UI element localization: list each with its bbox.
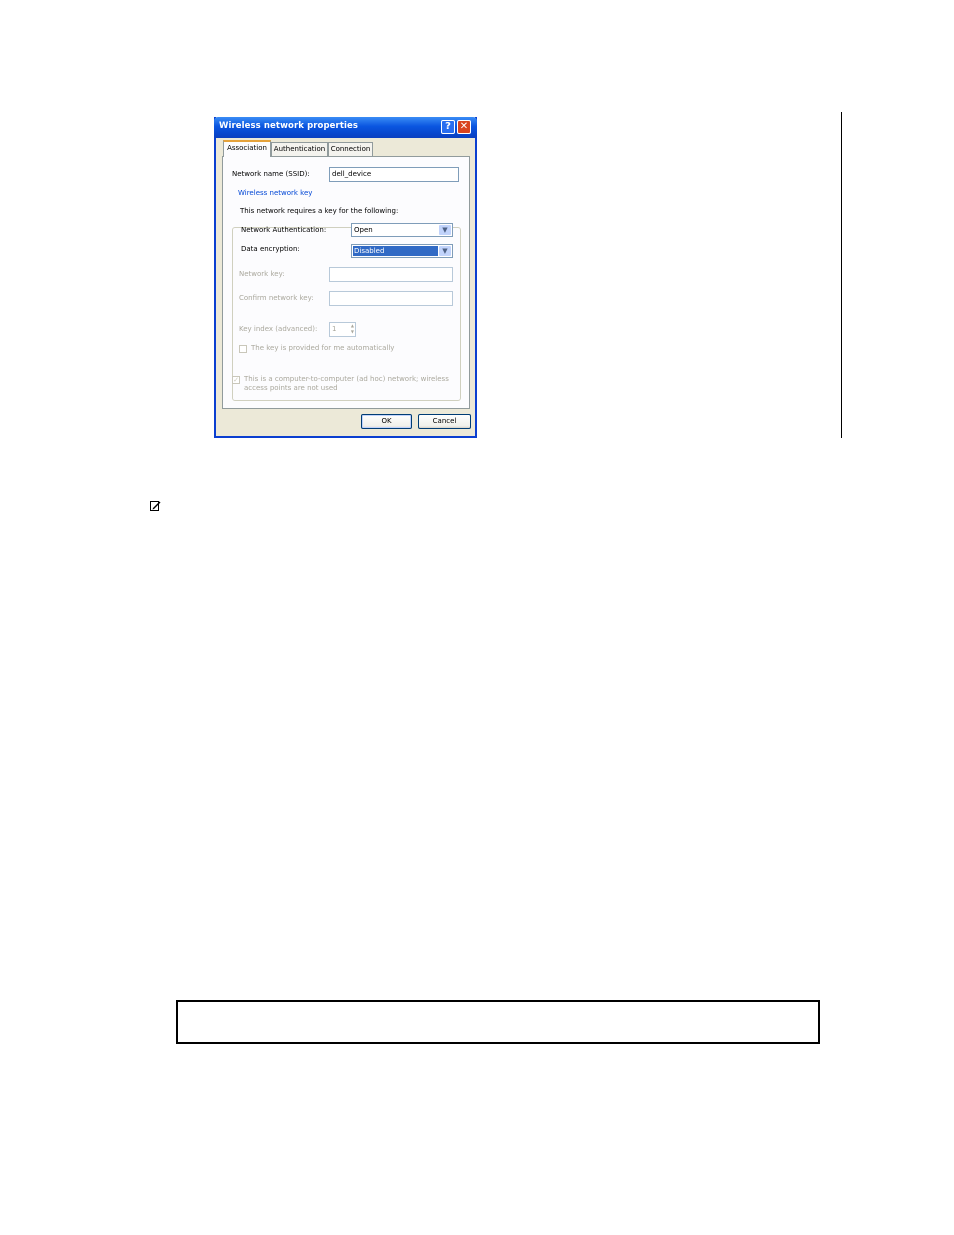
data-encryption-select[interactable]: Disabled ▼ — [351, 244, 453, 258]
dialog-titlebar[interactable]: Wireless network properties ? ✕ — [214, 117, 477, 138]
ok-button[interactable]: OK — [361, 414, 412, 429]
network-auth-label: Network Authentication: — [241, 226, 327, 234]
network-key-label: Network key: — [239, 270, 285, 278]
empty-note-box — [176, 1000, 820, 1044]
key-index-label: Key index (advanced): — [239, 325, 318, 333]
ssid-input[interactable]: dell_device — [329, 167, 459, 182]
close-button[interactable]: ✕ — [457, 120, 471, 134]
spinner-arrows-icon[interactable]: ▲ ▼ — [351, 323, 354, 335]
key-intro-text: This network requires a key for the foll… — [240, 207, 399, 215]
auto-key-label: The key is provided for me automatically — [251, 344, 395, 352]
adhoc-label-line1: This is a computer-to-computer (ad hoc) … — [244, 375, 449, 383]
auto-key-checkbox[interactable] — [239, 345, 247, 353]
chevron-down-icon[interactable]: ▼ — [439, 246, 451, 256]
ssid-label: Network name (SSID): — [232, 170, 310, 178]
key-index-value: 1 — [332, 325, 337, 333]
tab-connection[interactable]: Connection — [328, 142, 373, 156]
data-encryption-label: Data encryption: — [241, 245, 300, 253]
network-auth-select[interactable]: Open ▼ — [351, 223, 453, 237]
network-key-input[interactable] — [329, 267, 453, 282]
association-panel: Network name (SSID): dell_device Wireles… — [222, 156, 470, 409]
data-encryption-value: Disabled — [353, 246, 438, 256]
help-button[interactable]: ? — [441, 120, 455, 134]
chevron-down-icon[interactable]: ▼ — [439, 225, 451, 235]
dialog-title: Wireless network properties — [219, 121, 359, 131]
confirm-key-input[interactable] — [329, 291, 453, 306]
pencil-note-icon — [150, 501, 161, 511]
page-margin-line — [841, 112, 842, 438]
cancel-button[interactable]: Cancel — [418, 414, 471, 429]
tab-association[interactable]: Association — [223, 140, 271, 157]
network-auth-value: Open — [354, 226, 373, 234]
wireless-network-properties-dialog: Wireless network properties ? ✕ Associat… — [214, 117, 477, 438]
wireless-key-group-title: Wireless network key — [236, 189, 315, 197]
adhoc-checkbox[interactable]: ✓ — [232, 376, 240, 384]
confirm-key-label: Confirm network key: — [239, 294, 314, 302]
key-index-stepper[interactable]: 1 ▲ ▼ — [329, 322, 356, 337]
adhoc-label-line2: access points are not used — [244, 384, 338, 392]
tab-authentication[interactable]: Authentication — [271, 142, 328, 156]
